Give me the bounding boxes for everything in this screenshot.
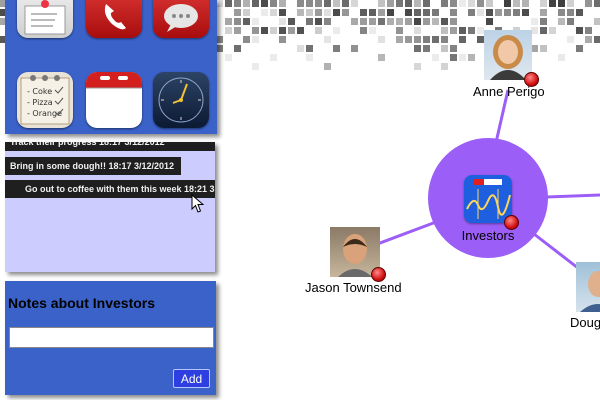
mouse-cursor-icon [191, 194, 205, 213]
shopping-list-icon[interactable]: - Coke - Pizza - Orange [17, 72, 73, 128]
person-name: Anne Perigo [473, 84, 545, 99]
hub-label: Investors [461, 228, 515, 243]
app-icons-panel: - Coke - Pizza - Orange [5, 0, 217, 134]
avatar [576, 262, 600, 312]
person-name: Doug [570, 315, 600, 330]
phone-icon[interactable] [86, 0, 142, 38]
avatar [484, 30, 532, 80]
calendar-icon[interactable] [86, 72, 142, 128]
clock-icon[interactable] [153, 72, 209, 128]
shopping-list-line-1: - Coke [27, 87, 52, 96]
person-node-doug[interactable]: Doug [570, 262, 600, 332]
task-item[interactable]: Go out to coffee with them this week 18:… [5, 180, 215, 198]
shopping-list-line-2: - Pizza [27, 98, 53, 107]
add-note-button[interactable]: Add [173, 369, 210, 388]
notes-input[interactable] [9, 327, 214, 348]
address-card-icon[interactable] [17, 0, 73, 38]
tasks-panel: Track their progress 18:17 3/12/2012 Bri… [5, 142, 215, 272]
investors-hub-node[interactable]: Investors [428, 138, 548, 258]
person-name: Jason Townsend [305, 280, 402, 295]
notes-title: Notes about Investors [8, 295, 156, 311]
person-node-anne-perigo[interactable]: Anne Perigo [468, 30, 548, 102]
notes-panel: Notes about Investors Add [5, 281, 216, 395]
task-item[interactable]: Track their progress 18:17 3/12/2012 [5, 142, 215, 151]
stocks-app-icon [464, 175, 512, 223]
messages-icon[interactable] [153, 0, 209, 38]
task-item[interactable]: Bring in some dough!! 18:17 3/12/2012 [5, 157, 181, 175]
edge-offscreen-right [546, 193, 600, 199]
person-node-jason-townsend[interactable]: Jason Townsend [303, 227, 413, 297]
